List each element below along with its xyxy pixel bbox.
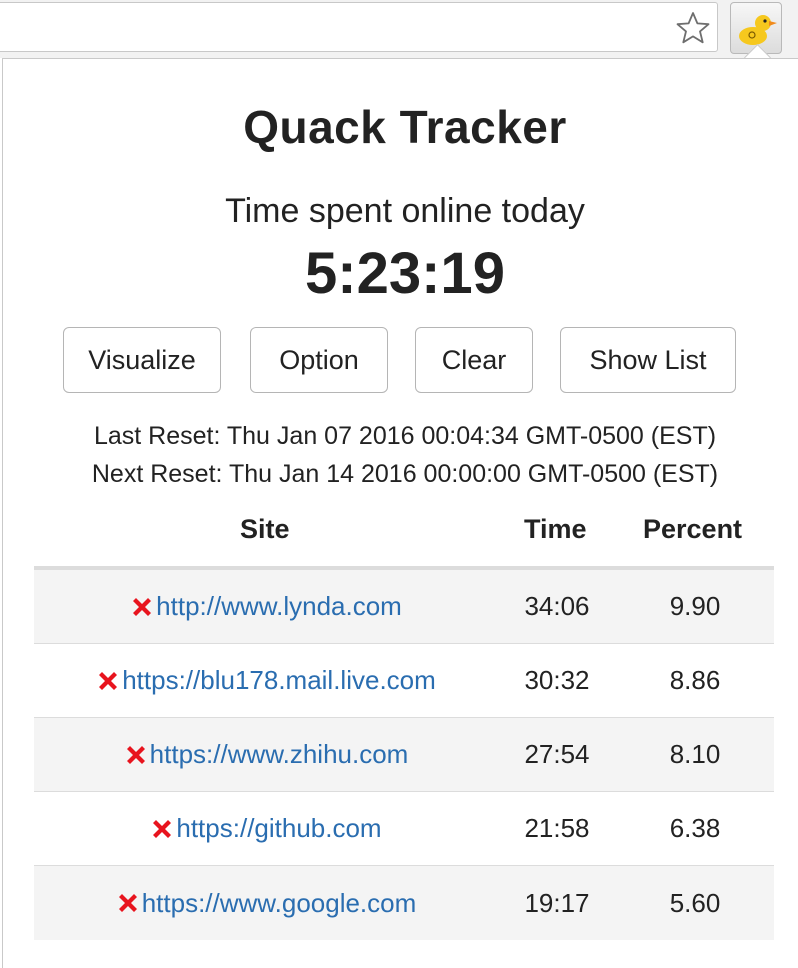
delete-icon[interactable] (130, 595, 154, 619)
site-link[interactable]: https://github.com (176, 813, 381, 844)
table-row: https://blu178.mail.live.com 30:32 8.86 (34, 644, 774, 718)
option-button[interactable]: Option (250, 327, 388, 393)
time-online-label: Time spent online today (225, 192, 585, 230)
app-title: Quack Tracker (243, 101, 567, 153)
column-header-time: Time (524, 514, 587, 544)
percent-cell: 8.10 (669, 739, 721, 769)
star-outline-icon[interactable] (675, 10, 711, 46)
time-cell: 30:32 (524, 665, 590, 695)
delete-icon[interactable] (96, 669, 120, 693)
column-header-site: Site (240, 514, 290, 544)
percent-cell: 6.38 (669, 813, 721, 843)
delete-icon[interactable] (124, 743, 148, 767)
next-reset-text: Next Reset: Thu Jan 14 2016 00:00:00 GMT… (91, 460, 719, 488)
percent-cell: 5.60 (669, 887, 721, 918)
time-cell: 34:06 (524, 591, 590, 621)
site-link[interactable]: https://www.google.com (142, 888, 417, 919)
table-row: https://github.com 21:58 6.38 (34, 792, 774, 866)
clear-button[interactable]: Clear (415, 327, 533, 393)
last-reset-text: Last Reset: Thu Jan 07 2016 00:04:34 GMT… (93, 422, 717, 450)
visualize-button[interactable]: Visualize (63, 327, 221, 393)
delete-icon[interactable] (116, 891, 140, 915)
delete-icon[interactable] (150, 817, 174, 841)
percent-cell: 9.90 (669, 591, 721, 621)
site-cell: https://www.google.com (34, 866, 498, 940)
site-link[interactable]: http://www.lynda.com (156, 591, 402, 622)
time-online-value: 5:23:19 (305, 241, 505, 306)
table-row: https://www.zhihu.com 27:54 8.10 (34, 718, 774, 792)
browser-toolbar (0, 0, 798, 58)
time-cell: 19:17 (524, 887, 590, 918)
address-bar[interactable] (0, 2, 718, 52)
table-row: http://www.lynda.com 34:06 9.90 (34, 570, 774, 644)
site-cell: https://www.zhihu.com (34, 718, 498, 791)
table-row: https://www.google.com 19:17 5.60 (34, 866, 774, 940)
site-cell: https://blu178.mail.live.com (34, 644, 498, 717)
percent-cell: 8.86 (669, 665, 721, 695)
site-link[interactable]: https://blu178.mail.live.com (122, 665, 436, 696)
column-header-percent: Percent (643, 514, 743, 544)
site-cell: http://www.lynda.com (34, 570, 498, 643)
time-cell: 21:58 (524, 813, 590, 843)
show-list-button[interactable]: Show List (560, 327, 736, 393)
site-link[interactable]: https://www.zhihu.com (150, 739, 409, 770)
time-cell: 27:54 (524, 739, 590, 769)
site-cell: https://github.com (34, 792, 498, 865)
